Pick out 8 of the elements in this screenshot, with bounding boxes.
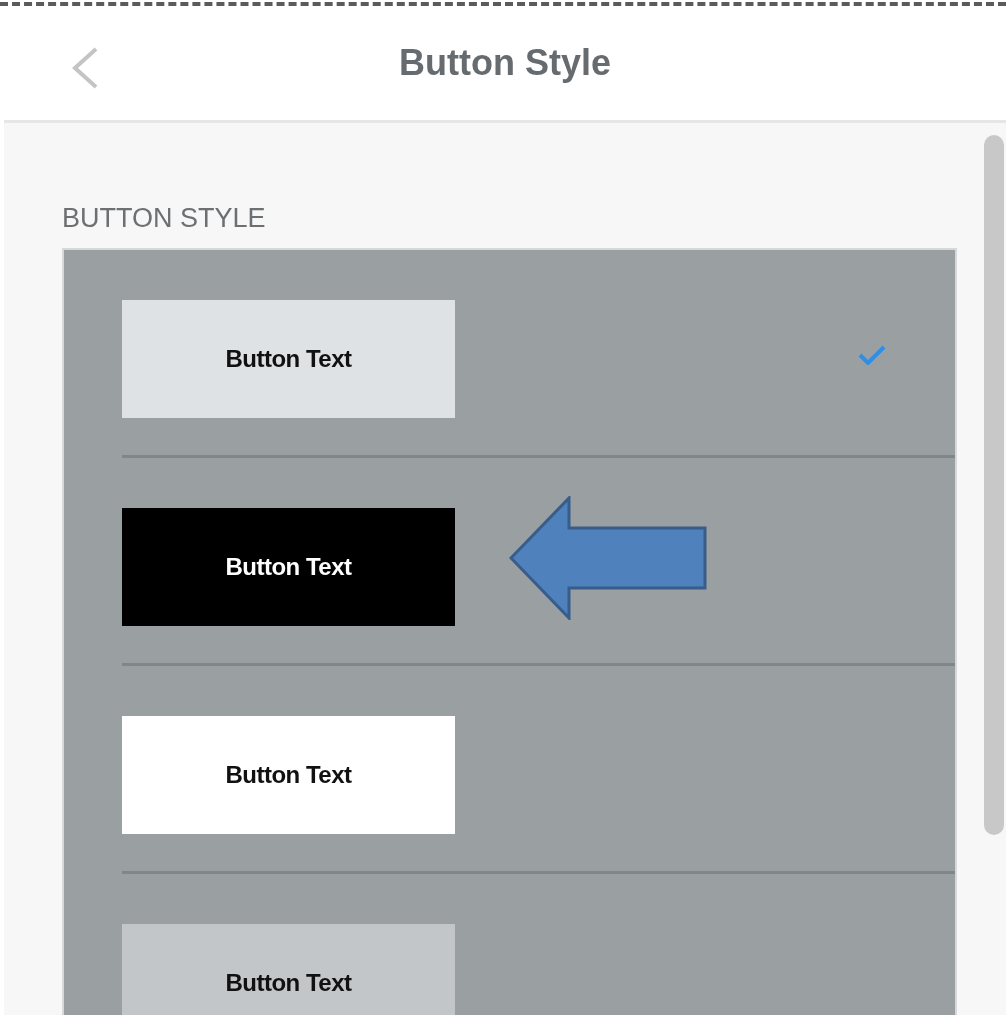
page-title: Button Style: [399, 42, 611, 84]
scrollbar[interactable]: [984, 135, 1004, 835]
button-style-option[interactable]: Button Text: [122, 924, 455, 1015]
button-style-option[interactable]: Button Text: [122, 300, 455, 418]
section-label: BUTTON STYLE: [62, 203, 267, 234]
button-style-option[interactable]: Button Text: [122, 508, 455, 626]
back-chevron-icon[interactable]: [70, 46, 100, 90]
button-style-option[interactable]: Button Text: [122, 716, 455, 834]
